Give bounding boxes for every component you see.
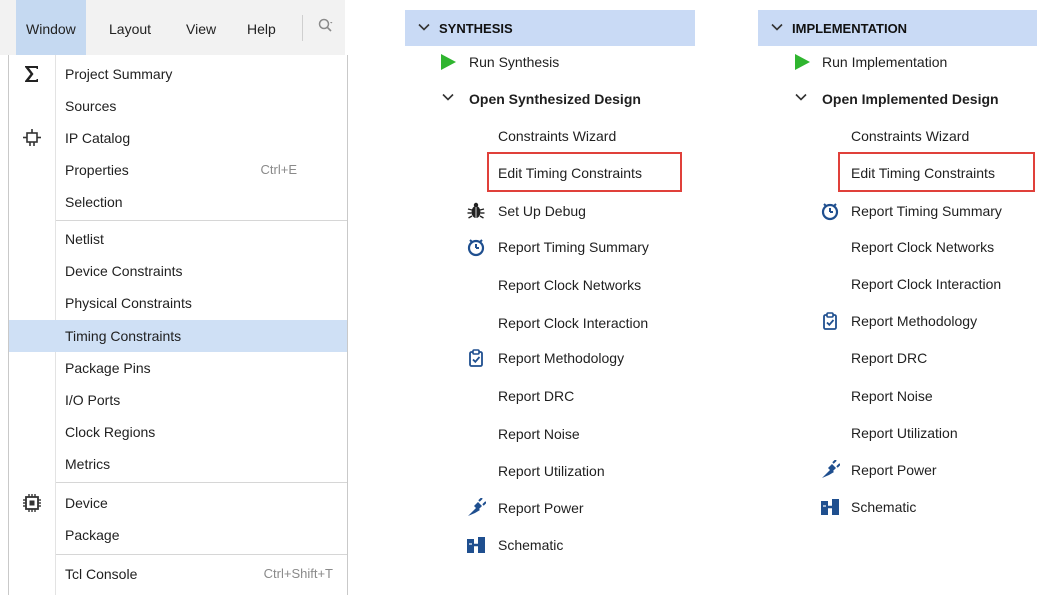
impl-report-power[interactable]: Report Power: [851, 460, 937, 480]
synthesis-header[interactable]: SYNTHESIS: [405, 10, 695, 46]
menu-item-io-ports[interactable]: I/O Ports: [9, 384, 347, 416]
chevron-down-icon[interactable]: [417, 20, 431, 34]
menu-layout[interactable]: Layout: [109, 0, 151, 55]
search-icon[interactable]: [318, 18, 336, 36]
window-menu-dropdown: Project Summary Sources IP Catalog Prope…: [8, 55, 348, 595]
impl-report-methodology[interactable]: Report Methodology: [851, 311, 977, 331]
stopwatch-icon: [467, 239, 485, 257]
menu-item-label: Device Constraints: [65, 263, 183, 279]
menu-item-label: Netlist: [65, 231, 104, 247]
impl-report-timing-summary[interactable]: Report Timing Summary: [851, 201, 1002, 221]
menu-item-label: IP Catalog: [65, 130, 131, 146]
syn-report-clock-interaction[interactable]: Report Clock Interaction: [498, 313, 648, 333]
schematic-icon: [467, 537, 485, 553]
open-synthesized-design[interactable]: Open Synthesized Design: [469, 89, 641, 109]
chip-icon: [23, 494, 41, 512]
menu-item-physical-constraints[interactable]: Physical Constraints: [9, 287, 347, 319]
syn-set-up-debug[interactable]: Set Up Debug: [498, 201, 586, 221]
clipboard-check-icon: [823, 312, 837, 330]
menu-bar: Window Layout View Help: [0, 0, 345, 55]
menu-item-label: Timing Constraints: [65, 328, 182, 344]
schematic-icon: [821, 499, 839, 515]
menu-item-package[interactable]: Package: [9, 519, 347, 551]
syn-report-timing-summary[interactable]: Report Timing Summary: [498, 237, 649, 257]
menu-separator: [56, 554, 347, 555]
menu-item-project-summary[interactable]: Project Summary: [9, 58, 347, 90]
menu-item-label: Physical Constraints: [65, 295, 192, 311]
menu-item-ip-catalog[interactable]: IP Catalog: [9, 122, 347, 154]
menu-item-label: Device: [65, 495, 108, 511]
run-implementation-link[interactable]: Run Implementation: [822, 52, 947, 72]
menu-item-label: Package: [65, 527, 120, 543]
syn-constraints-wizard[interactable]: Constraints Wizard: [498, 126, 616, 146]
menu-view[interactable]: View: [186, 0, 216, 55]
menu-item-timing-constraints[interactable]: Timing Constraints: [9, 320, 347, 352]
run-synthesis-link[interactable]: Run Synthesis: [469, 52, 559, 72]
menu-item-tcl-console[interactable]: Tcl Console Ctrl+Shift+T: [9, 558, 347, 590]
impl-constraints-wizard[interactable]: Constraints Wizard: [851, 126, 969, 146]
syn-schematic[interactable]: Schematic: [498, 535, 563, 555]
impl-edit-timing-constraints[interactable]: Edit Timing Constraints: [851, 163, 995, 183]
syn-report-power[interactable]: Report Power: [498, 498, 584, 518]
menu-item-metrics[interactable]: Metrics: [9, 448, 347, 480]
open-implemented-design[interactable]: Open Implemented Design: [822, 89, 999, 109]
menu-item-shortcut: Ctrl+Shift+T: [263, 566, 333, 581]
menu-item-device[interactable]: Device: [9, 487, 347, 519]
menu-separator: [56, 482, 347, 483]
menu-item-label: Clock Regions: [65, 424, 156, 440]
menu-item-package-pins[interactable]: Package Pins: [9, 352, 347, 384]
menu-item-netlist[interactable]: Netlist: [9, 223, 347, 255]
bug-icon: [467, 202, 485, 219]
menu-window[interactable]: Window: [16, 0, 86, 55]
clipboard-check-icon: [469, 349, 483, 367]
syn-edit-timing-constraints[interactable]: Edit Timing Constraints: [498, 163, 642, 183]
power-plug-icon: [468, 498, 486, 516]
menu-item-label: I/O Ports: [65, 392, 121, 408]
menu-item-shortcut: Ctrl+E: [260, 162, 297, 177]
menu-item-label: Selection: [65, 194, 123, 210]
menu-item-label: Package Pins: [65, 360, 151, 376]
syn-report-utilization[interactable]: Report Utilization: [498, 461, 605, 481]
menu-item-device-constraints[interactable]: Device Constraints: [9, 255, 347, 287]
menu-help[interactable]: Help: [247, 0, 276, 55]
chevron-down-icon[interactable]: [441, 90, 455, 104]
chevron-down-icon[interactable]: [794, 90, 808, 104]
run-play-icon[interactable]: [438, 52, 458, 72]
menu-item-sources[interactable]: Sources: [9, 90, 347, 122]
menu-item-label: Metrics: [65, 456, 111, 472]
impl-schematic[interactable]: Schematic: [851, 497, 916, 517]
implementation-header[interactable]: IMPLEMENTATION: [758, 10, 1037, 46]
menu-item-properties[interactable]: Properties Ctrl+E: [9, 154, 347, 186]
menu-item-label: Project Summary: [65, 66, 173, 82]
menu-separator: [56, 220, 347, 221]
ip-plug-icon: [23, 129, 41, 146]
syn-report-methodology[interactable]: Report Methodology: [498, 348, 624, 368]
synthesis-title: SYNTHESIS: [439, 21, 513, 36]
impl-report-drc[interactable]: Report DRC: [851, 348, 927, 368]
menu-item-label: Tcl Console: [65, 566, 138, 582]
run-play-icon[interactable]: [792, 52, 812, 72]
implementation-title: IMPLEMENTATION: [792, 21, 908, 36]
sigma-icon: [25, 66, 38, 82]
impl-report-utilization[interactable]: Report Utilization: [851, 423, 958, 443]
menu-item-clock-regions[interactable]: Clock Regions: [9, 416, 347, 448]
menubar-separator: [302, 15, 303, 41]
menu-item-label: Properties: [65, 162, 129, 178]
chevron-down-icon[interactable]: [770, 20, 784, 34]
syn-report-noise[interactable]: Report Noise: [498, 424, 580, 444]
impl-report-clock-interaction[interactable]: Report Clock Interaction: [851, 274, 1001, 294]
menu-item-label: Sources: [65, 98, 117, 114]
stopwatch-icon: [821, 203, 839, 221]
power-plug-icon: [822, 460, 840, 478]
menu-item-selection[interactable]: Selection: [9, 186, 347, 218]
impl-report-clock-networks[interactable]: Report Clock Networks: [851, 237, 994, 257]
impl-report-noise[interactable]: Report Noise: [851, 386, 933, 406]
syn-report-clock-networks[interactable]: Report Clock Networks: [498, 275, 641, 295]
syn-report-drc[interactable]: Report DRC: [498, 386, 574, 406]
